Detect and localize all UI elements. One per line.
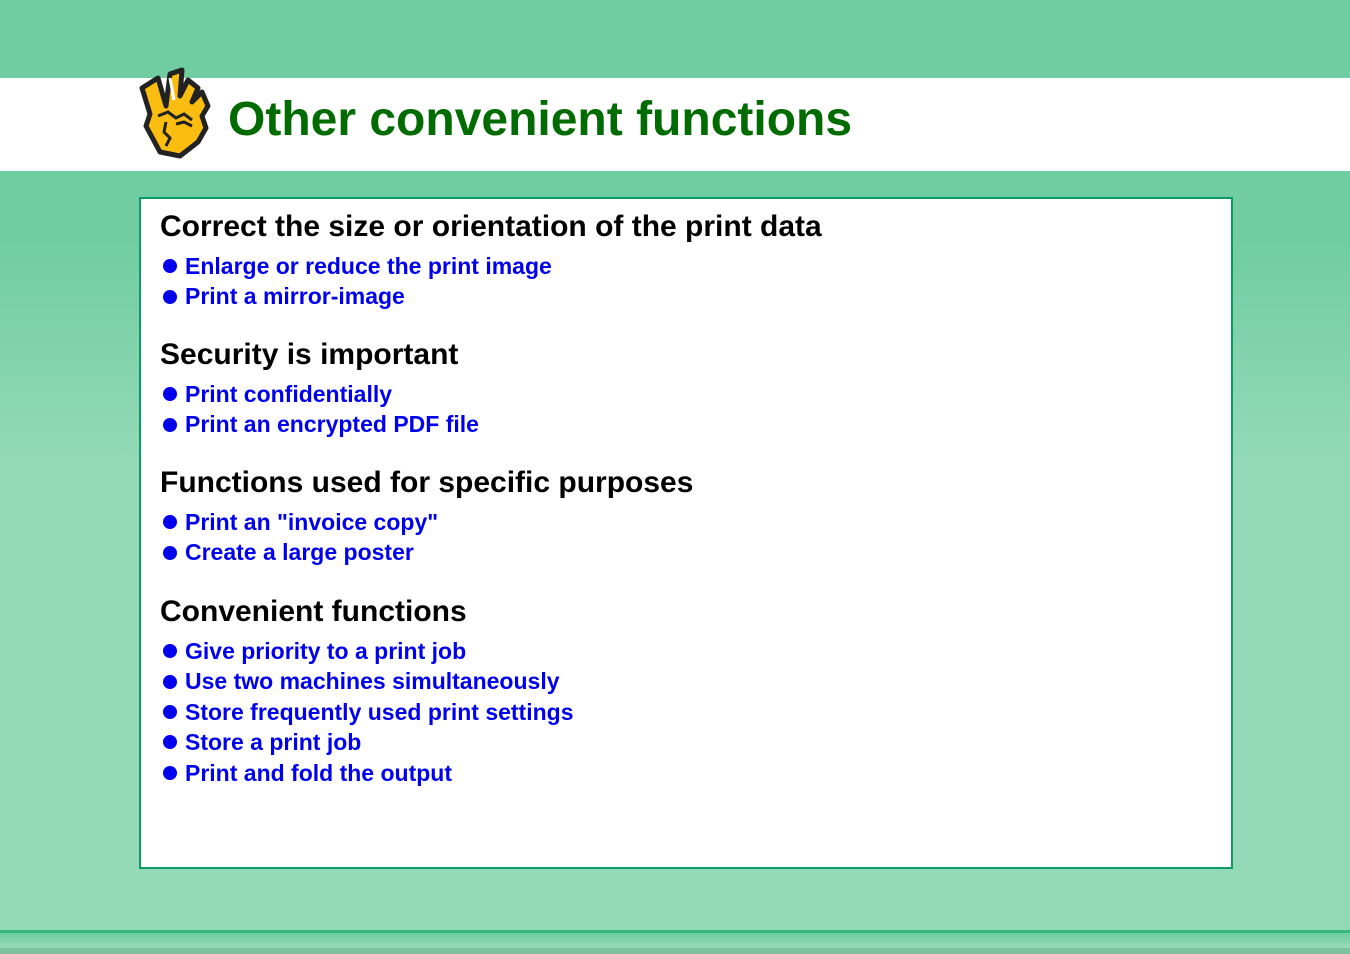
link-priority-print-job[interactable]: Give priority to a print job xyxy=(160,636,574,666)
bullet-icon xyxy=(163,765,177,780)
link-mirror-image[interactable]: Print a mirror-image xyxy=(160,281,822,311)
bullet-icon xyxy=(163,417,177,432)
link-label[interactable]: Print and fold the output xyxy=(185,758,452,788)
link-print-confidentially[interactable]: Print confidentially xyxy=(160,379,479,409)
bullet-icon xyxy=(163,515,177,530)
link-large-poster[interactable]: Create a large poster xyxy=(160,537,693,567)
page-title: Other convenient functions xyxy=(228,93,853,146)
section-heading: Functions used for specific purposes xyxy=(160,466,694,499)
link-two-machines[interactable]: Use two machines simultaneously xyxy=(160,666,574,696)
link-invoice-copy[interactable]: Print an "invoice copy" xyxy=(160,507,693,537)
bullet-icon xyxy=(163,259,177,274)
link-label[interactable]: Enlarge or reduce the print image xyxy=(185,251,552,281)
link-label[interactable]: Store a print job xyxy=(185,727,361,757)
link-label[interactable]: Give priority to a print job xyxy=(185,636,466,666)
bullet-icon xyxy=(163,704,177,719)
bullet-icon xyxy=(163,387,177,402)
link-enlarge-reduce[interactable]: Enlarge or reduce the print image xyxy=(160,251,822,281)
bullet-icon xyxy=(163,674,177,689)
link-label[interactable]: Create a large poster xyxy=(185,537,414,567)
link-store-print-job[interactable]: Store a print job xyxy=(160,727,574,757)
section-specific-purposes: Functions used for specific purposes Pri… xyxy=(160,465,693,568)
link-encrypted-pdf[interactable]: Print an encrypted PDF file xyxy=(160,409,479,439)
hand-victory-icon xyxy=(136,66,212,160)
bullet-icon xyxy=(163,289,177,304)
section-heading: Convenient functions xyxy=(160,595,467,628)
link-label[interactable]: Print confidentially xyxy=(185,379,392,409)
section-heading: Security is important xyxy=(160,338,459,371)
footer-band xyxy=(0,933,1350,946)
footer-bottom-bar xyxy=(0,948,1350,954)
link-label[interactable]: Store frequently used print settings xyxy=(185,697,574,727)
section-size-orientation: Correct the size or orientation of the p… xyxy=(160,209,822,312)
link-label[interactable]: Print an "invoice copy" xyxy=(185,507,438,537)
link-label[interactable]: Use two machines simultaneously xyxy=(185,666,560,696)
section-security: Security is important Print confidential… xyxy=(160,337,479,440)
link-label[interactable]: Print an encrypted PDF file xyxy=(185,409,479,439)
section-heading: Correct the size or orientation of the p… xyxy=(160,210,822,243)
bullet-icon xyxy=(163,644,177,659)
link-print-fold[interactable]: Print and fold the output xyxy=(160,758,574,788)
content-panel: Correct the size or orientation of the p… xyxy=(139,197,1233,869)
link-store-settings[interactable]: Store frequently used print settings xyxy=(160,697,574,727)
link-label[interactable]: Print a mirror-image xyxy=(185,281,405,311)
bullet-icon xyxy=(163,545,177,560)
section-convenient: Convenient functions Give priority to a … xyxy=(160,594,574,788)
bullet-icon xyxy=(163,735,177,750)
